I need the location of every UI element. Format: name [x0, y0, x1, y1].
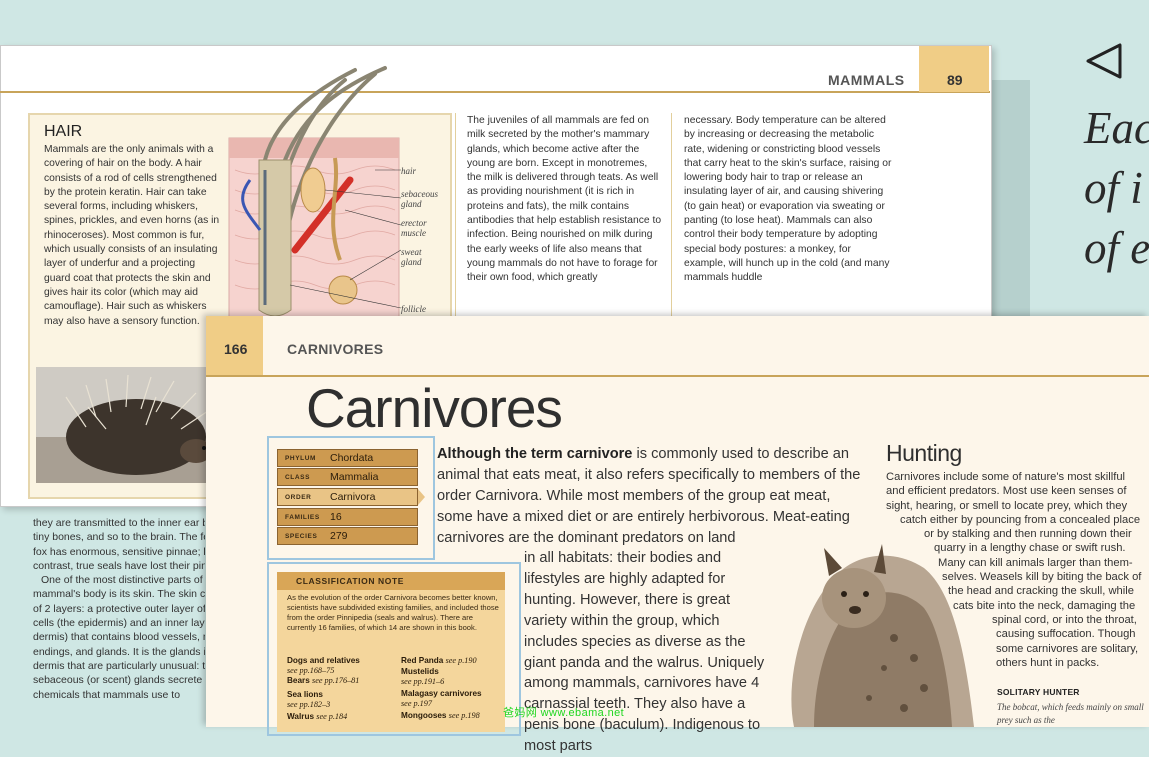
hunting-text: Carnivores include some of nature's most…	[886, 470, 1149, 670]
ear-paragraph: they are transmitted to the inner ear by…	[33, 517, 205, 572]
family-name: Sea lions	[287, 690, 323, 699]
taxonomy-rank: ORDER	[285, 494, 312, 501]
family-name: Malagasy carnivores	[401, 689, 482, 698]
photo-caption-title: SOLITARY HUNTER	[997, 687, 1080, 697]
family-entry: Sea lions see pp.182–3	[287, 690, 330, 710]
triangle-pointer-icon	[1086, 43, 1122, 79]
family-ref: see p.197	[401, 699, 432, 708]
hunting-line: the head and cracking the skull, while	[948, 585, 1134, 598]
next-page-heading-partial: Eac of i of e	[1084, 98, 1149, 278]
section-title: CARNIVORES	[287, 341, 384, 357]
taxonomy-rank: PHYLUM	[285, 455, 317, 462]
skin-paragraph: One of the most distinctive parts of a m…	[33, 574, 205, 701]
family-ref: see pp.176–81	[312, 676, 360, 685]
hunting-line: selves. Weasels kill by biting the back …	[942, 571, 1142, 584]
family-ref: see p.190	[445, 656, 477, 665]
watermark: 爸妈网 www.ebama.net	[503, 707, 625, 719]
taxonomy-rank: CLASS	[285, 474, 311, 481]
taxonomy-rank: SPECIES	[285, 533, 318, 540]
intro-lead: Although the term carnivore	[437, 446, 633, 462]
family-entry: Walrus see p.184	[287, 712, 347, 722]
hunting-heading: Hunting	[886, 440, 962, 466]
page-shadow	[990, 80, 1030, 320]
label-erector-muscle: erector muscle	[401, 218, 427, 238]
label-follicle: follicle	[401, 304, 426, 314]
classification-note-text: As the evolution of the order Carnivora …	[287, 593, 499, 632]
family-entry: Red Panda see p.190	[401, 656, 477, 666]
hunting-line: quarry in a lengthy chase or swift rush.	[934, 542, 1126, 555]
hunting-line: spinal cord, or into the throat,	[992, 613, 1137, 626]
family-name: Mongooses	[401, 711, 447, 720]
label-sweat-gland: sweat gland	[401, 247, 422, 267]
classification-note-title: CLASSIFICATION NOTE	[296, 576, 405, 586]
family-entry: Malagasy carnivores see p.197	[401, 689, 482, 709]
hunting-line: Many can kill animals larger than them-	[938, 556, 1133, 569]
family-entry: Mongooses see p.198	[401, 711, 480, 721]
family-name: Mustelids	[401, 667, 439, 676]
heading-fragment: of i	[1084, 163, 1143, 213]
column-divider	[455, 113, 456, 318]
skin-text-partial: they are transmitted to the inner ear by…	[33, 516, 205, 727]
taxonomy-value: 279	[330, 530, 348, 542]
page-number: 166	[224, 341, 248, 357]
family-name: Walrus	[287, 712, 314, 721]
hunting-line: cats bite into the neck, damaging the	[953, 599, 1136, 612]
taxonomy-rank: FAMILIES	[285, 514, 320, 521]
hunting-line: catch either by pouncing from a conceale…	[900, 513, 1141, 526]
taxonomy-row: PHYLUM Chordata	[277, 449, 418, 467]
page-number: 89	[947, 72, 963, 88]
taxonomy-row: FAMILIES 16	[277, 508, 418, 526]
family-ref: see p.198	[448, 711, 480, 720]
photo-caption: The bobcat, which feeds mainly on small …	[997, 702, 1144, 725]
hunting-line: sight, hearing, or smell to locate prey,…	[886, 499, 1128, 512]
family-entry: Dogs and relatives see pp.168–75	[287, 656, 360, 676]
intro-continued: in all habitats: their bodies and lifest…	[524, 550, 765, 755]
family-name: Red Panda	[401, 656, 444, 665]
hair-heading: HAIR	[44, 123, 83, 140]
family-entry: Bears see pp.176–81	[287, 676, 359, 686]
hunting-line: Carnivores include some of nature's most…	[886, 471, 1126, 483]
heading-fragment: of e	[1084, 223, 1149, 273]
milk-column-text: The juveniles of all mammals are fed on …	[467, 115, 662, 284]
family-entry: Mustelids see pp.191–6	[401, 667, 444, 687]
family-ref: see pp.168–75	[287, 666, 335, 675]
hunting-line: some carnivores are solitary,	[996, 642, 1139, 655]
pointer-arrow-icon	[418, 489, 425, 505]
taxonomy-row-highlighted: ORDER Carnivora	[277, 488, 418, 506]
hunting-line: causing suffocation. Though	[996, 628, 1136, 641]
taxonomy-row: SPECIES 279	[277, 527, 418, 545]
header-rule	[0, 91, 990, 93]
taxonomy-row: CLASS Mammalia	[277, 468, 418, 486]
family-ref: see p.184	[316, 712, 348, 721]
taxonomy-value: Mammalia	[330, 471, 379, 483]
label-hair: hair	[401, 166, 417, 176]
chapter-title: Carnivores	[306, 377, 563, 439]
hunting-line: and efficient predators. Most use keen s…	[886, 485, 1127, 498]
taxonomy-value: Carnivora	[330, 491, 376, 503]
porcupine-photo	[36, 367, 224, 483]
temperature-column-text: necessary. Body temperature can be alter…	[684, 115, 892, 284]
taxonomy-value: 16	[330, 511, 342, 523]
family-ref: see pp.191–6	[401, 677, 445, 686]
column-divider	[671, 113, 672, 318]
taxonomy-value: Chordata	[330, 452, 374, 464]
family-name: Bears	[287, 676, 310, 685]
label-sebaceous-gland: sebaceous gland	[401, 189, 438, 209]
section-title: MAMMALS	[828, 72, 905, 88]
family-name: Dogs and relatives	[287, 656, 360, 665]
hair-text: Mammals are the only animals with a cove…	[44, 144, 220, 327]
heading-fragment: Eac	[1084, 103, 1149, 153]
hunting-line: others hunt in packs.	[996, 656, 1100, 669]
family-ref: see pp.182–3	[287, 700, 331, 709]
hunting-line: or by stalking and then running down the…	[924, 528, 1132, 541]
